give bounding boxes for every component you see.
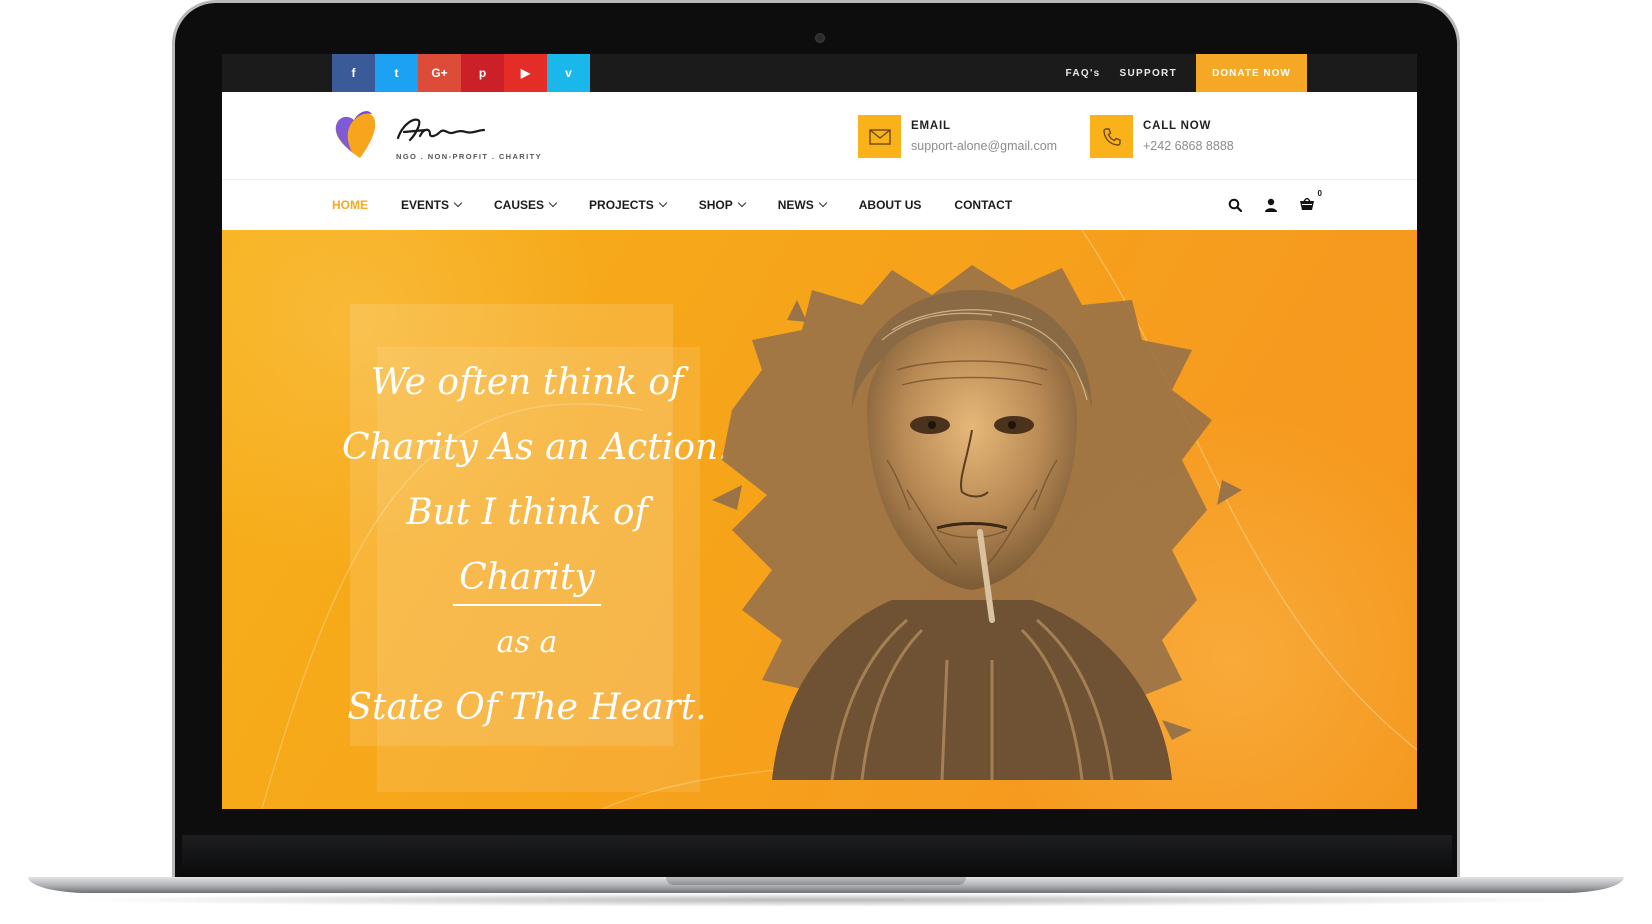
nav-item-contact[interactable]: CONTACT: [954, 198, 1012, 212]
nav-tools: 0: [1217, 180, 1325, 230]
webcam: [815, 33, 825, 43]
chevron-down-icon: [737, 198, 746, 208]
support-link[interactable]: SUPPORT: [1120, 68, 1177, 79]
website-screen: f t G+ p ▶ v FAQ's SUPPORT DONATE NOW NG…: [222, 54, 1417, 809]
nav-item-about-us[interactable]: ABOUT US: [859, 198, 922, 212]
phone-title: CALL NOW: [1143, 120, 1212, 132]
quote-line-5: as a: [496, 625, 558, 660]
quote-line-1: We often think of: [370, 362, 684, 403]
phone-contact: CALL NOW +242 6868 8888: [1090, 115, 1234, 158]
laptop-mockup: f t G+ p ▶ v FAQ's SUPPORT DONATE NOW NG…: [0, 0, 1652, 924]
hero-quote: We often think of Charity As an Action. …: [342, 350, 730, 740]
envelope-icon: [858, 115, 901, 158]
phone-icon: [1090, 115, 1133, 158]
phone-value[interactable]: +242 6868 8888: [1143, 139, 1234, 153]
nav-item-label: NEWS: [777, 198, 814, 212]
social-links: f t G+ p ▶ v: [332, 54, 590, 92]
nav-item-shop[interactable]: SHOP: [698, 198, 746, 212]
chevron-down-icon: [818, 198, 827, 208]
nav-item-label: PROJECTS: [589, 198, 654, 212]
google-plus-icon[interactable]: G+: [418, 54, 461, 92]
top-bar: f t G+ p ▶ v FAQ's SUPPORT DONATE NOW: [222, 54, 1417, 92]
nav-item-events[interactable]: EVENTS: [401, 198, 463, 212]
nav-item-label: SHOP: [698, 198, 733, 212]
user-icon[interactable]: [1253, 198, 1289, 212]
vimeo-icon[interactable]: v: [547, 54, 590, 92]
laptop-notch: [666, 877, 966, 885]
facebook-icon[interactable]: f: [332, 54, 375, 92]
logo-tagline: NGO . NON-PROFIT . CHARITY: [396, 152, 542, 161]
elderly-woman-portrait: [712, 265, 1242, 780]
pinterest-icon[interactable]: p: [461, 54, 504, 92]
chevron-down-icon: [658, 198, 667, 208]
search-icon[interactable]: [1217, 198, 1253, 212]
nav-item-label: ABOUT US: [858, 198, 922, 212]
hero-banner: We often think of Charity As an Action. …: [222, 230, 1417, 809]
main-navigation: HOME EVENTS CAUSES PROJECTS SHOP NEWS ABOUT US…: [222, 180, 1417, 230]
twitter-icon[interactable]: t: [375, 54, 418, 92]
nav-item-home[interactable]: HOME: [332, 198, 368, 212]
quote-line-3: But I think of: [406, 492, 648, 533]
chevron-down-icon: [548, 198, 558, 208]
chevron-down-icon: [453, 198, 463, 208]
nav-item-label: EVENTS: [401, 198, 450, 212]
cart-count: 0: [1317, 189, 1322, 198]
nav-item-label: HOME: [332, 198, 368, 212]
site-logo[interactable]: NGO . NON-PROFIT . CHARITY: [332, 106, 542, 168]
laptop-shadow: [60, 893, 1592, 907]
top-links: FAQ's SUPPORT DONATE NOW: [1066, 54, 1307, 92]
quote-line-2: Charity As an Action.: [342, 427, 730, 468]
nav-item-label: CONTACT: [954, 198, 1013, 212]
laptop-bezel-bottom: [182, 835, 1452, 877]
nav-item-news[interactable]: NEWS: [777, 198, 827, 212]
nav-item-causes[interactable]: CAUSES: [494, 198, 558, 212]
site-header: NGO . NON-PROFIT . CHARITY EMAIL support…: [222, 92, 1417, 180]
nav-item-label: CAUSES: [494, 198, 545, 212]
quote-line-4: Charity: [453, 552, 601, 606]
faq-link[interactable]: FAQ's: [1066, 68, 1101, 79]
cart-icon[interactable]: 0: [1289, 189, 1325, 212]
email-contact: EMAIL support-alone@gmail.com: [858, 115, 1057, 158]
donate-now-button[interactable]: DONATE NOW: [1196, 54, 1307, 92]
youtube-icon[interactable]: ▶: [504, 54, 547, 92]
email-value[interactable]: support-alone@gmail.com: [911, 139, 1057, 153]
nav-item-projects[interactable]: PROJECTS: [589, 198, 667, 212]
email-title: EMAIL: [911, 120, 951, 132]
quote-line-6: State Of The Heart.: [347, 687, 707, 728]
nav-menu: HOME EVENTS CAUSES PROJECTS SHOP NEWS ABOUT US…: [332, 180, 1045, 230]
